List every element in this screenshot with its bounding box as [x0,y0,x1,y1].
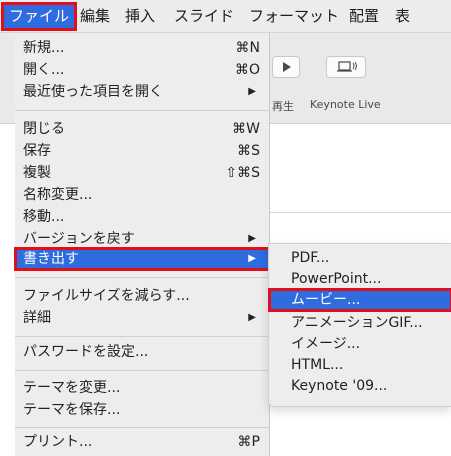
menu-item-set-password[interactable]: パスワードを設定... [15,341,270,363]
menu-item-label: 書き出す [23,251,79,267]
menu-separator [15,277,270,278]
menu-bar: ファイル 編集 挿入 スライド フォーマット 配置 表 [0,0,451,33]
file-menu: 新規... ⌘N 開く... ⌘O 最近使った項目を開く ▶ 閉じる ⌘W 保存… [14,33,271,456]
export-submenu: PDF... PowerPoint... ムービー... アニメーションGIF.… [268,243,451,407]
menu-item-label: 新規... [23,40,65,56]
shortcut-text: ⌘N [235,40,260,56]
menu-item-move[interactable]: 移動... [15,206,270,228]
menu-item-open[interactable]: 開く... ⌘O [15,59,270,81]
menu-separator [15,336,270,337]
menu-insert[interactable]: 挿入 [119,4,161,29]
menu-item-new[interactable]: 新規... ⌘N [15,37,270,59]
keynote-live-icon [337,61,357,72]
menu-item-save-theme[interactable]: テーマを保存... [15,399,270,421]
menu-item-label: パスワードを設定... [23,344,149,360]
shortcut-text: ⇧⌘S [225,165,260,181]
submenu-item-html[interactable]: HTML... [269,354,451,376]
menu-item-label: 複製 [23,165,51,181]
menu-item-rename[interactable]: 名称変更... [15,184,270,206]
menu-item-advanced[interactable]: 詳細 ▶ [15,307,270,329]
menu-item-save[interactable]: 保存 ⌘S [15,140,270,162]
keynote-live-button[interactable] [326,56,366,78]
divider [268,212,451,213]
menu-separator [15,110,270,111]
menu-item-print[interactable]: プリント... ⌘P [15,431,270,453]
menu-item-open-recent[interactable]: 最近使った項目を開く ▶ [15,81,270,103]
submenu-item-pdf[interactable]: PDF... [269,247,451,269]
menu-separator [15,427,270,428]
submenu-arrow-icon: ▶ [248,233,256,244]
submenu-arrow-icon: ▶ [248,86,256,97]
menu-item-label: 開く... [23,62,65,78]
menu-item-change-theme[interactable]: テーマを変更... [15,377,270,399]
menu-item-export[interactable]: 書き出す ▶ [14,247,271,271]
menu-item-duplicate[interactable]: 複製 ⇧⌘S [15,162,270,184]
submenu-item-keynote09[interactable]: Keynote '09... [269,375,451,397]
menu-item-label: テーマを保存... [23,402,121,418]
menu-item-label: 閉じる [23,121,65,137]
menu-item-label: テーマを変更... [23,380,121,396]
submenu-item-movie[interactable]: ムービー... [268,288,451,312]
menu-format[interactable]: フォーマット [243,4,345,29]
menu-item-label: 最近使った項目を開く [23,84,163,100]
menu-item-label: 詳細 [23,310,51,326]
play-label: 再生 [272,100,294,113]
shortcut-text: ⌘O [234,62,260,78]
menu-separator [15,370,270,371]
menu-slide[interactable]: スライド [168,4,240,29]
shortcut-text: ⌘W [232,121,260,137]
menu-item-label: 保存 [23,143,51,159]
menu-table[interactable]: 表 [389,4,416,29]
menu-item-close[interactable]: 閉じる ⌘W [15,118,270,140]
play-button[interactable] [272,56,300,78]
menu-item-label: プリント... [23,434,93,450]
menu-item-label: 名称変更... [23,187,93,203]
play-icon [283,62,291,72]
submenu-item-powerpoint[interactable]: PowerPoint... [269,268,451,290]
submenu-arrow-icon: ▶ [248,312,256,323]
submenu-item-image[interactable]: イメージ... [269,333,451,355]
shortcut-text: ⌘S [237,143,260,159]
menu-arrange[interactable]: 配置 [343,4,385,29]
menu-file[interactable]: ファイル [0,2,78,31]
submenu-item-animated-gif[interactable]: アニメーションGIF... [269,312,451,334]
shortcut-text: ⌘P [237,434,260,450]
menu-edit[interactable]: 編集 [74,4,116,29]
menu-item-label: ファイルサイズを減らす... [23,288,190,304]
menu-item-label: 移動... [23,209,65,225]
menu-item-reduce-file-size[interactable]: ファイルサイズを減らす... [15,285,270,307]
menu-item-revert[interactable]: バージョンを戻す ▶ [15,228,270,250]
submenu-arrow-icon: ▶ [248,253,256,264]
menu-item-label: バージョンを戻す [23,231,135,247]
keynote-live-label: Keynote Live [310,98,381,111]
